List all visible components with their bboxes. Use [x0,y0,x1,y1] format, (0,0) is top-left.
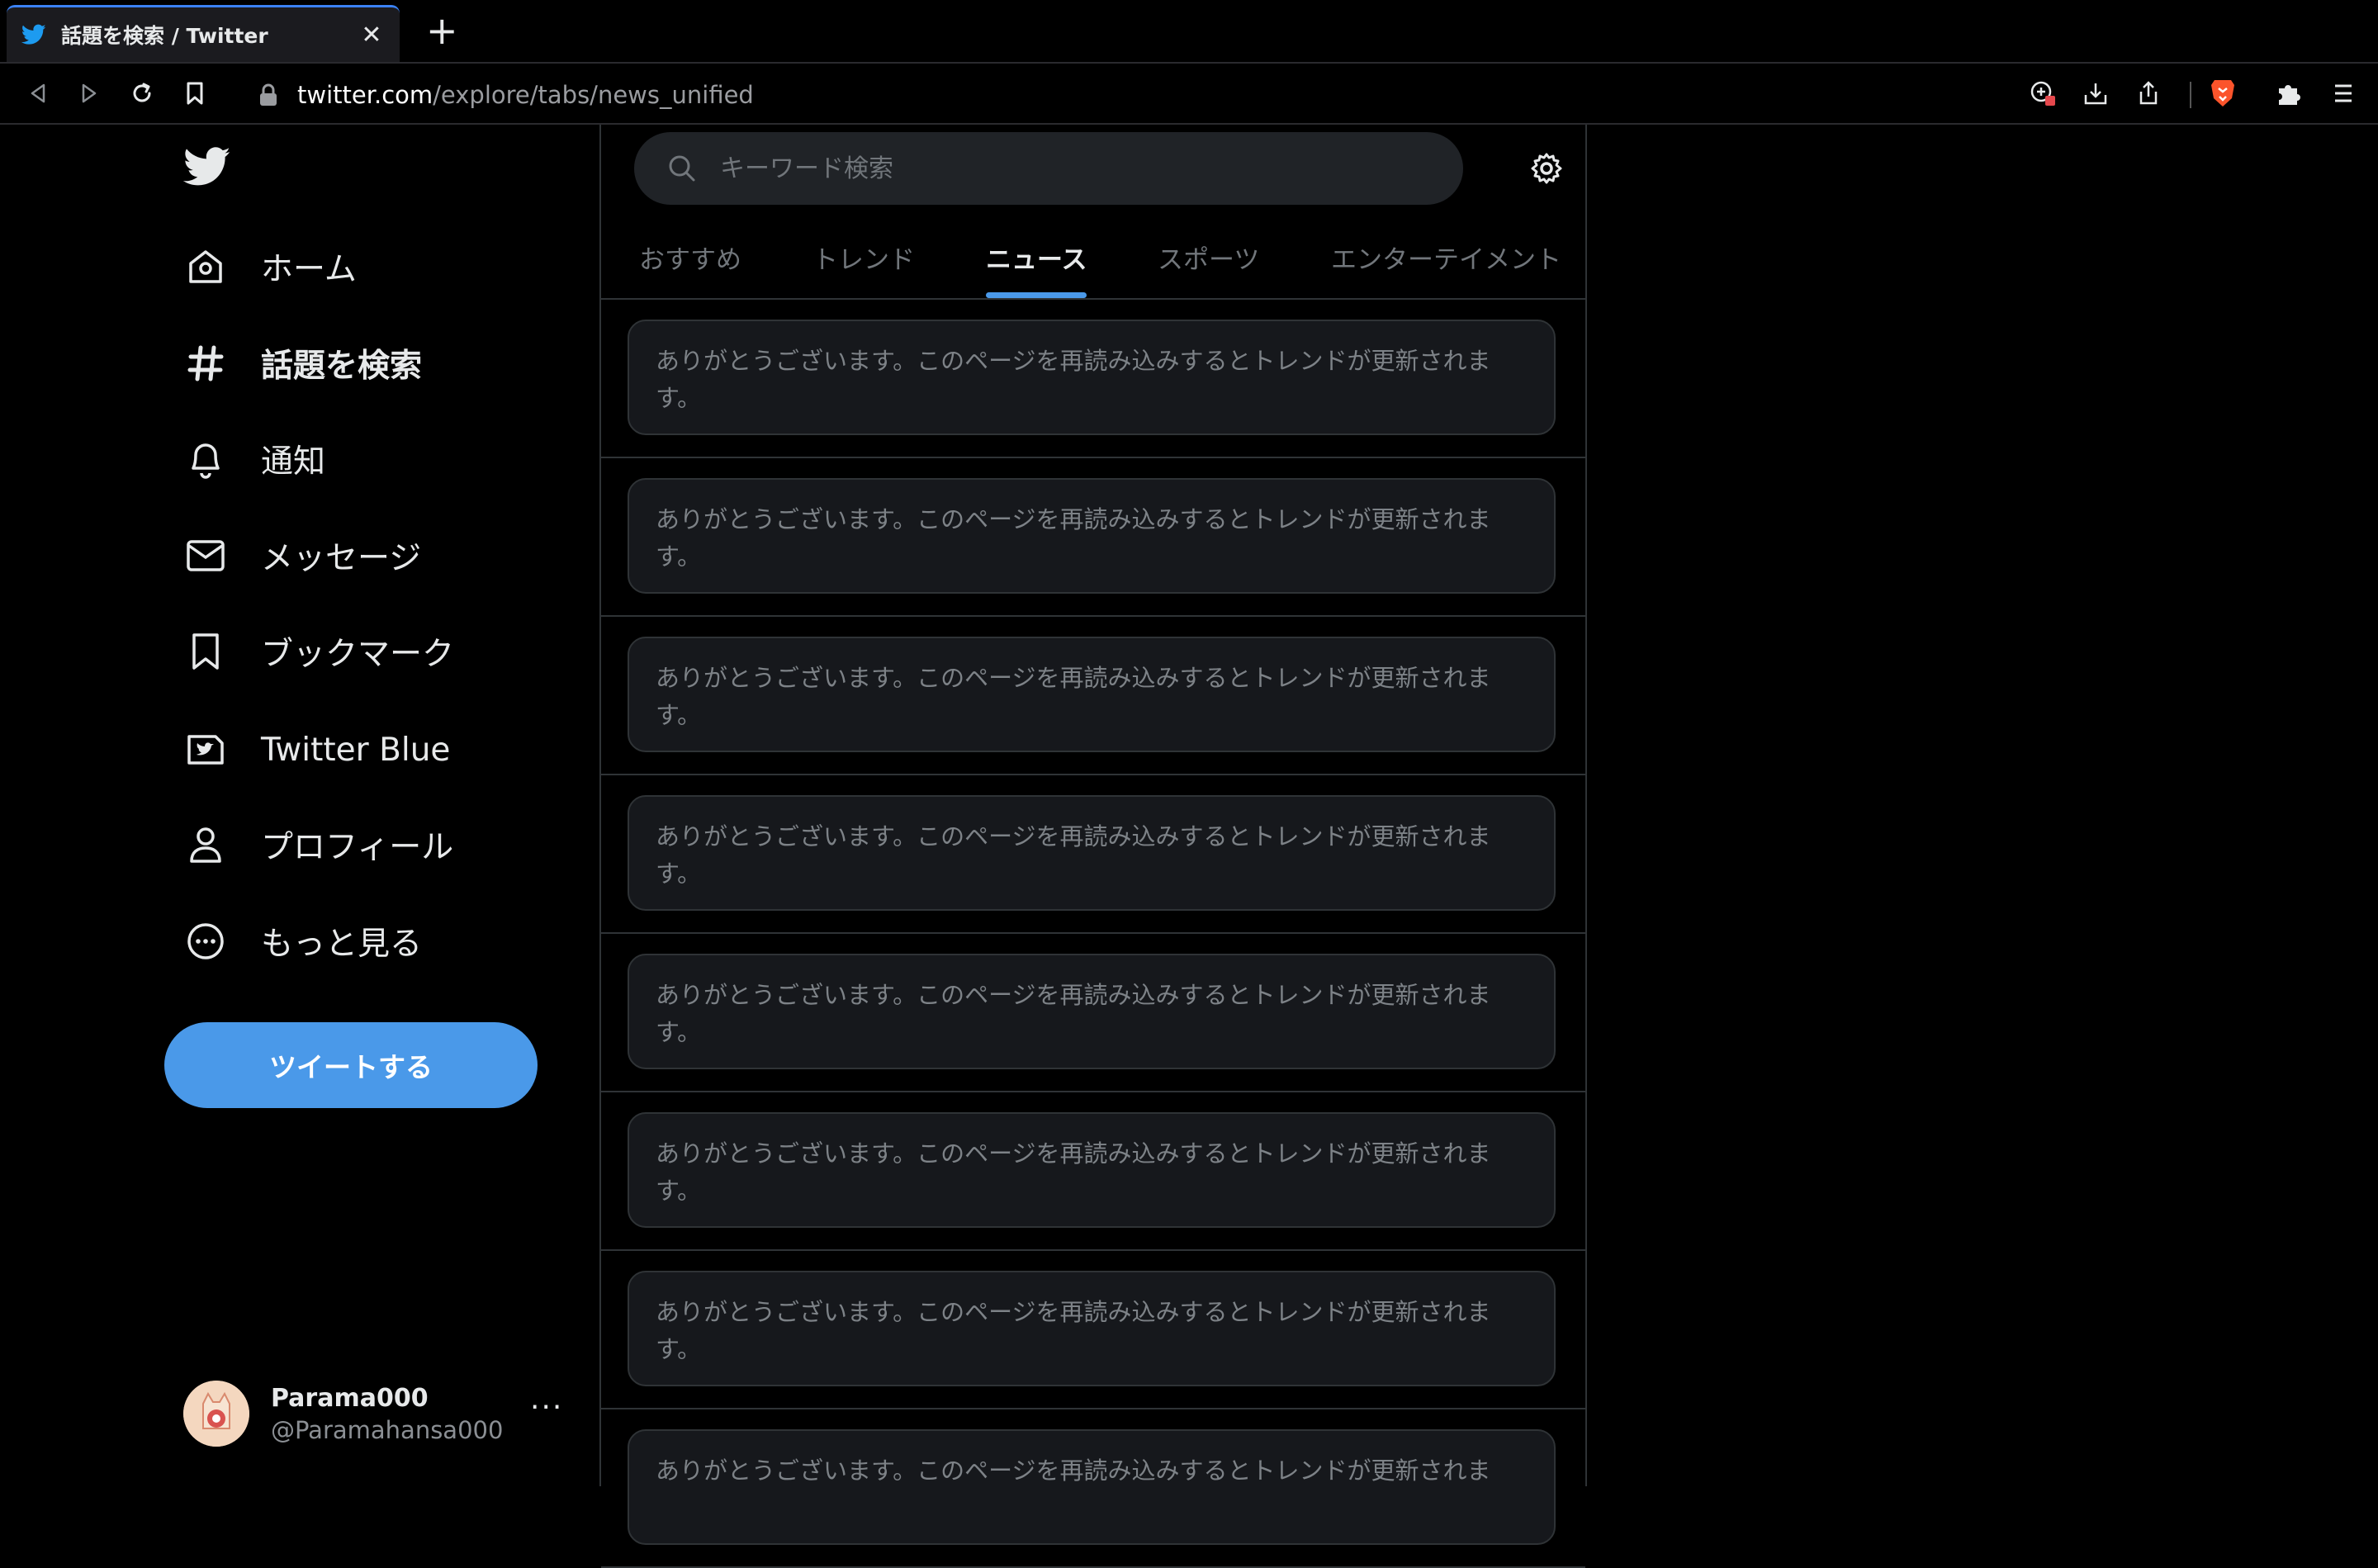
news-feed: ありがとうございます。このページを再読み込みするとトレンドが更新されます。 あり… [601,300,1585,1568]
sidebar-item-label: 話題を検索 [261,348,423,385]
search-box[interactable] [634,132,1463,205]
tracking-shield-icon[interactable] [2026,77,2059,110]
sidebar-item-messages[interactable]: メッセージ [183,523,421,589]
toolbar-divider [2190,82,2191,108]
tab-label: おすすめ [639,244,741,275]
tab-trending[interactable]: トレンド [812,216,915,298]
list-item: ありがとうございます。このページを再読み込みするとトレンドが更新されま [601,1409,1585,1568]
account-switcher[interactable]: Parama000 @Paramahansa000 ··· [183,1379,563,1448]
refresh-notice: ありがとうございます。このページを再読み込みするとトレンドが更新されます。 [628,1112,1556,1228]
browser-tab[interactable]: 話題を検索 / Twitter ✕ [7,5,400,62]
list-item: ありがとうございます。このページを再読み込みするとトレンドが更新されます。 [601,1251,1585,1409]
bookmark-page-icon[interactable] [178,77,211,110]
sidebar-item-more[interactable]: もっと見る [183,908,422,974]
bookmark-icon [183,629,228,674]
list-item: ありがとうございます。このページを再読み込みするとトレンドが更新されます。 [601,1092,1585,1251]
new-tab-plus-icon[interactable]: + [426,12,458,50]
bell-icon [183,437,228,481]
extensions-puzzle-icon[interactable] [2272,77,2305,110]
reload-icon[interactable] [126,77,159,110]
list-item: ありがとうございます。このページを再読み込みするとトレンドが更新されます。 [601,934,1585,1092]
search-icon [669,155,695,182]
sidebar-item-label: ホーム [261,251,357,288]
menu-hamburger-icon[interactable] [2327,77,2360,110]
explore-column: おすすめ トレンド ニュース スポーツ エンターテイメント ありがとうございます… [599,125,1587,1568]
avatar [183,1381,249,1447]
refresh-notice: ありがとうございます。このページを再読み込みするとトレンドが更新されます。 [628,478,1556,594]
browser-tab-bar: 話題を検索 / Twitter ✕ + [0,0,2378,64]
tab-for-you[interactable]: おすすめ [639,216,741,298]
close-tab-icon[interactable]: ✕ [355,21,388,50]
twitter-blue-icon [183,727,228,772]
url-path: /explore/tabs/news_unified [433,81,754,109]
more-dots-icon[interactable]: ··· [530,1390,563,1424]
home-icon [183,244,228,289]
active-tab-indicator [986,292,1087,298]
refresh-notice: ありがとうございます。このページを再読み込みするとトレンドが更新されます。 [628,320,1556,435]
sidebar-item-label: Twitter Blue [261,731,451,769]
sidebar-item-home[interactable]: ホーム [183,234,357,300]
sidebar-item-label: ブックマーク [261,636,455,673]
sidebar-item-profile[interactable]: プロフィール [183,812,453,878]
refresh-notice: ありがとうございます。このページを再読み込みするとトレンドが更新されます。 [628,795,1556,911]
list-item: ありがとうございます。このページを再読み込みするとトレンドが更新されます。 [601,300,1585,458]
refresh-notice: ありがとうございます。このページを再読み込みするとトレンドが更新されます。 [628,954,1556,1069]
tab-label: エンターテイメント [1331,244,1561,275]
sidebar-item-label: 通知 [261,443,326,481]
forward-arrow-icon[interactable] [73,77,106,110]
browser-tab-title: 話題を検索 / Twitter [61,24,268,48]
sidebar-item-label: もっと見る [261,926,423,963]
sidebar-item-label: プロフィール [261,829,454,866]
brave-lion-icon[interactable] [2206,77,2239,110]
tab-label: トレンド [812,244,915,275]
account-name: Parama000 [271,1383,429,1413]
envelope-icon [183,533,228,578]
twitter-favicon-icon [21,21,50,49]
tab-label: ニュース [986,244,1087,275]
sidebar-item-label: メッセージ [261,540,422,577]
refresh-notice: ありがとうございます。このページを再読み込みするとトレンドが更新されます。 [628,637,1556,752]
more-circle-icon [183,919,228,964]
address-bar[interactable]: twitter.com/explore/tabs/news_unified [258,78,754,111]
hashtag-icon [183,341,228,386]
account-handle: @Paramahansa000 [271,1415,504,1444]
person-icon [183,822,228,867]
url-host: twitter.com [297,81,433,109]
lock-icon [260,83,277,106]
settings-gear-icon[interactable] [1529,151,1564,186]
search-input[interactable] [718,153,1399,184]
refresh-notice: ありがとうございます。このページを再読み込みするとトレンドが更新されま [628,1429,1556,1545]
tab-entertainment[interactable]: エンターテイメント [1331,216,1561,298]
share-icon[interactable] [2132,77,2165,110]
explore-tabs: おすすめ トレンド ニュース スポーツ エンターテイメント [601,216,1585,300]
browser-toolbar: twitter.com/explore/tabs/news_unified [0,64,2378,125]
sidebar-item-bookmarks[interactable]: ブックマーク [183,618,454,685]
back-arrow-icon[interactable] [21,77,54,110]
download-icon[interactable] [2079,77,2112,110]
sidebar-item-explore[interactable]: 話題を検索 [183,330,422,396]
tab-news[interactable]: ニュース [986,216,1087,298]
twitter-logo-icon[interactable] [182,147,231,190]
refresh-notice: ありがとうございます。このページを再読み込みするとトレンドが更新されます。 [628,1271,1556,1386]
tweet-button[interactable]: ツイートする [164,1022,538,1108]
list-item: ありがとうございます。このページを再読み込みするとトレンドが更新されます。 [601,617,1585,775]
sidebar-item-notifications[interactable]: 通知 [183,426,325,492]
tab-sports[interactable]: スポーツ [1158,216,1259,298]
list-item: ありがとうございます。このページを再読み込みするとトレンドが更新されます。 [601,775,1585,934]
sidebar-item-twitter-blue[interactable]: Twitter Blue [183,717,450,783]
tab-label: スポーツ [1158,244,1260,275]
list-item: ありがとうございます。このページを再読み込みするとトレンドが更新されます。 [601,458,1585,617]
